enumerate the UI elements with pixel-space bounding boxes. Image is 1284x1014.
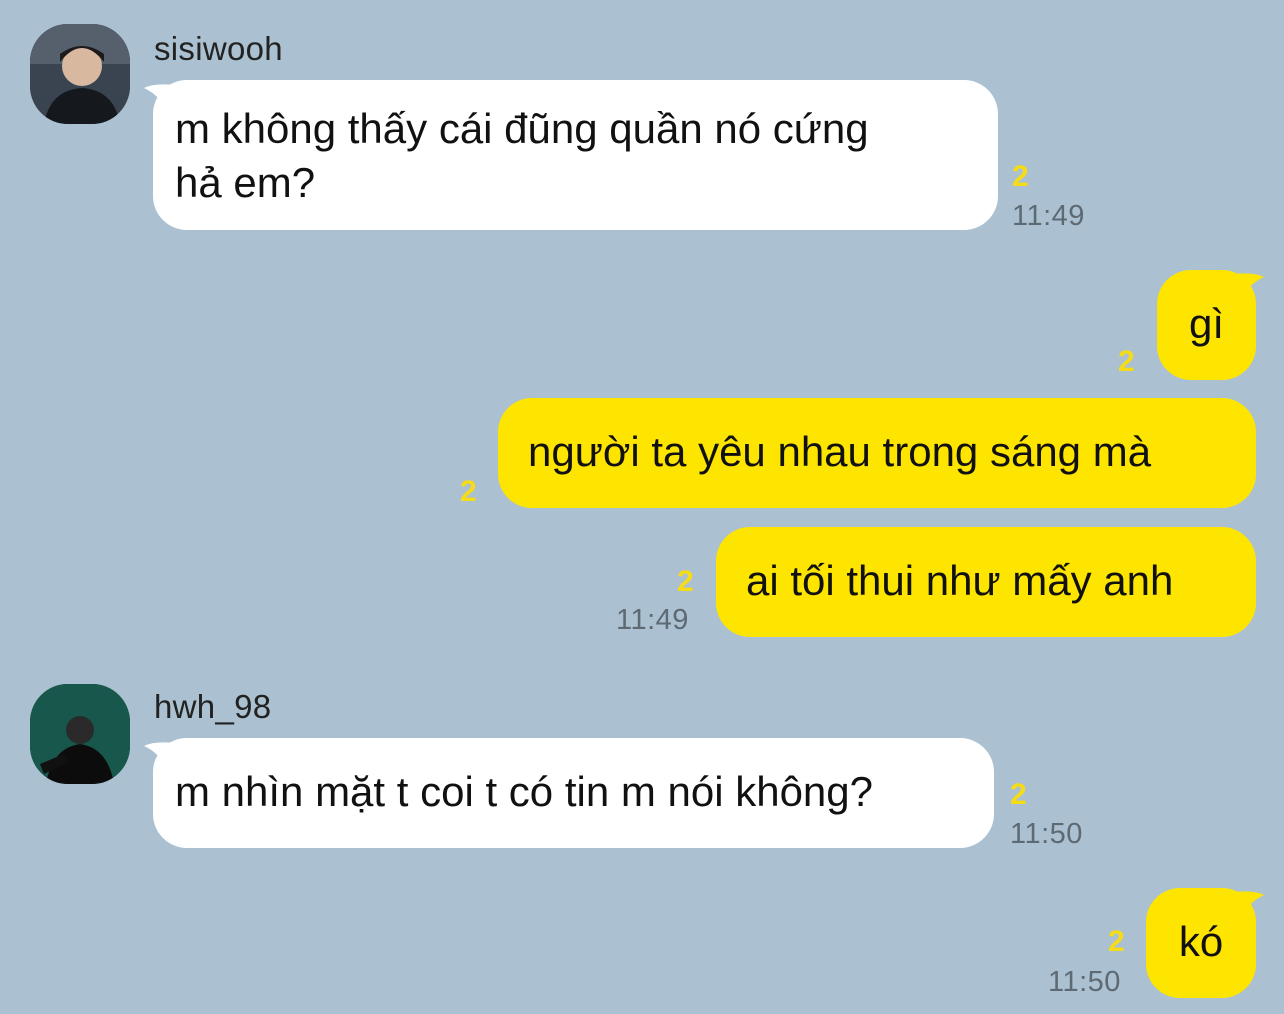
message-timestamp: 11:49 [1012, 200, 1085, 232]
bubble-tail [1226, 889, 1266, 923]
unread-count: 2 [1010, 778, 1027, 811]
message-text: m không thấy cái đũng quần nó cứng [175, 105, 869, 152]
sender-name: hwh_98 [154, 688, 272, 725]
message-text: kó [1178, 918, 1224, 965]
message-text: m nhìn mặt t coi t có tin m nói không? [175, 768, 874, 815]
profile-photo-icon [30, 684, 130, 784]
unread-count: 2 [1012, 160, 1029, 193]
sender-avatar-hwh_98[interactable] [30, 684, 130, 784]
profile-photo-icon [30, 24, 130, 124]
message-bubble-outgoing[interactable]: người ta yêu nhau trong sáng mà [498, 398, 1256, 508]
message-text: người ta yêu nhau trong sáng mà [528, 428, 1152, 475]
message-bubble-incoming[interactable]: m không thấy cái đũng quần nó cứng hả em… [153, 80, 998, 230]
message-timestamp: 11:50 [1048, 966, 1121, 998]
unread-count: 2 [1108, 925, 1125, 958]
unread-count: 2 [1118, 345, 1135, 378]
sender-avatar-sisiwooh[interactable] [30, 24, 130, 124]
message-text: gì [1188, 300, 1225, 347]
bubble-tail [1226, 271, 1266, 305]
message-bubble-outgoing[interactable]: ai tối thui như mấy anh [716, 527, 1256, 637]
unread-count: 2 [677, 565, 694, 598]
message-timestamp: 11:50 [1010, 818, 1083, 850]
unread-count: 2 [460, 475, 477, 508]
message-bubble-incoming[interactable]: m nhìn mặt t coi t có tin m nói không? [153, 738, 994, 848]
message-timestamp: 11:49 [616, 604, 689, 636]
message-text: ai tối thui như mấy anh [746, 557, 1174, 604]
message-text: hả em? [175, 159, 316, 206]
sender-name: sisiwooh [154, 30, 283, 67]
